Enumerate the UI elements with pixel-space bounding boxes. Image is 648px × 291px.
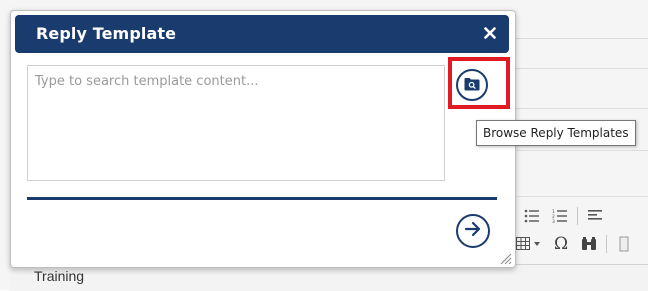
arrow-right-icon	[464, 221, 482, 241]
bullet-list-icon[interactable]	[521, 205, 543, 227]
template-search-input[interactable]	[27, 65, 445, 181]
background-divider	[512, 150, 648, 151]
indent-icon[interactable]	[584, 205, 606, 227]
background-divider	[512, 38, 648, 39]
binoculars-icon[interactable]	[578, 233, 600, 255]
resize-grip-icon[interactable]	[498, 250, 512, 265]
folder-search-icon	[464, 76, 480, 95]
svg-text:3: 3	[552, 219, 555, 223]
spellcheck-icon[interactable]	[613, 233, 635, 255]
numbered-list-icon[interactable]: 1 2 3	[549, 205, 571, 227]
table-dropdown-icon[interactable]	[514, 233, 544, 255]
background-section-bar	[10, 264, 648, 291]
background-section-label: Training	[34, 268, 85, 284]
submit-button[interactable]	[456, 214, 490, 248]
browse-templates-button[interactable]	[456, 69, 488, 101]
background-divider	[512, 108, 648, 109]
reply-template-dialog: Reply Template	[10, 10, 516, 268]
toolbar-row-2: Ω	[514, 232, 635, 256]
dialog-divider	[27, 197, 497, 200]
toolbar-row-1: 1 2 3	[514, 204, 606, 228]
browse-templates-tooltip: Browse Reply Templates	[476, 120, 636, 146]
toolbar-separator	[606, 235, 607, 253]
dialog-header: Reply Template	[15, 15, 509, 53]
omega-symbol-icon[interactable]: Ω	[550, 233, 572, 255]
toolbar-separator	[577, 207, 578, 225]
dialog-title: Reply Template	[36, 24, 177, 43]
close-icon[interactable]	[481, 24, 499, 42]
background-divider	[512, 68, 648, 69]
